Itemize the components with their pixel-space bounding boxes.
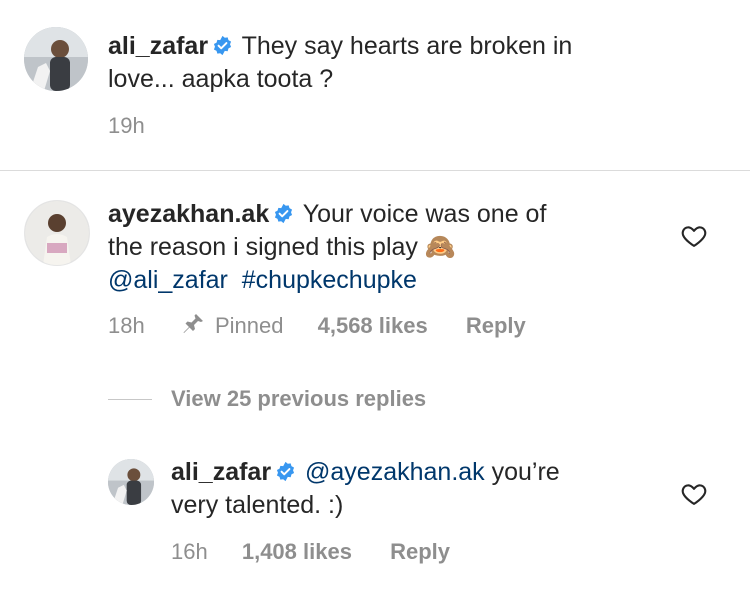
reply-timestamp: 16h <box>171 539 208 564</box>
reply-line-2: very talented. :) <box>171 491 344 519</box>
username[interactable]: ali_zafar <box>108 32 208 60</box>
replies-line <box>108 399 152 400</box>
avatar[interactable] <box>108 459 154 505</box>
caption-line-1: They say hearts are broken in <box>241 32 573 60</box>
reply-button[interactable]: Reply <box>466 313 526 338</box>
heart-icon[interactable] <box>680 480 708 508</box>
avatar[interactable] <box>24 200 90 266</box>
comment-text: ayezakhan.ak Your voice was one of the r… <box>108 198 668 297</box>
heart-icon[interactable] <box>680 222 708 250</box>
divider <box>0 170 750 171</box>
pinned-label: Pinned <box>214 313 284 338</box>
see-no-evil-monkey-icon: 🙈 <box>424 233 457 261</box>
comment-timestamp: 18h <box>108 313 145 338</box>
likes-count[interactable]: 1,408 likes <box>242 539 352 564</box>
pin-icon <box>181 312 205 343</box>
caption-text: ali_zafar They say hearts are broken in … <box>108 30 708 96</box>
reply-meta: 16h 1,408 likes Reply <box>171 538 450 566</box>
comment-meta: 18h Pinned 4,568 likes Reply <box>108 312 628 343</box>
caption-line-2: love... aapka toota ? <box>108 65 334 93</box>
verified-badge-icon <box>273 200 294 224</box>
mention-link[interactable]: @ayezakhan.ak <box>305 458 485 486</box>
verified-badge-icon <box>212 32 233 56</box>
username[interactable]: ayezakhan.ak <box>108 200 269 228</box>
view-previous-replies-button[interactable]: View 25 previous replies <box>171 385 426 413</box>
reply-button[interactable]: Reply <box>390 539 450 564</box>
caption-timestamp: 19h <box>108 113 145 138</box>
hashtag-link[interactable]: #chupkechupke <box>242 266 417 294</box>
reply-line-1: you’re <box>491 458 560 486</box>
likes-count[interactable]: 4,568 likes <box>318 313 428 338</box>
reply-text: ali_zafar @ayezakhan.ak you’re very tale… <box>171 456 671 522</box>
username[interactable]: ali_zafar <box>171 458 271 486</box>
avatar[interactable] <box>24 27 88 91</box>
mention-link[interactable]: @ali_zafar <box>108 266 228 294</box>
comment-line-2: the reason i signed this play <box>108 233 418 261</box>
comment-line-1: Your voice was one of <box>302 200 547 228</box>
verified-badge-icon <box>275 458 296 482</box>
